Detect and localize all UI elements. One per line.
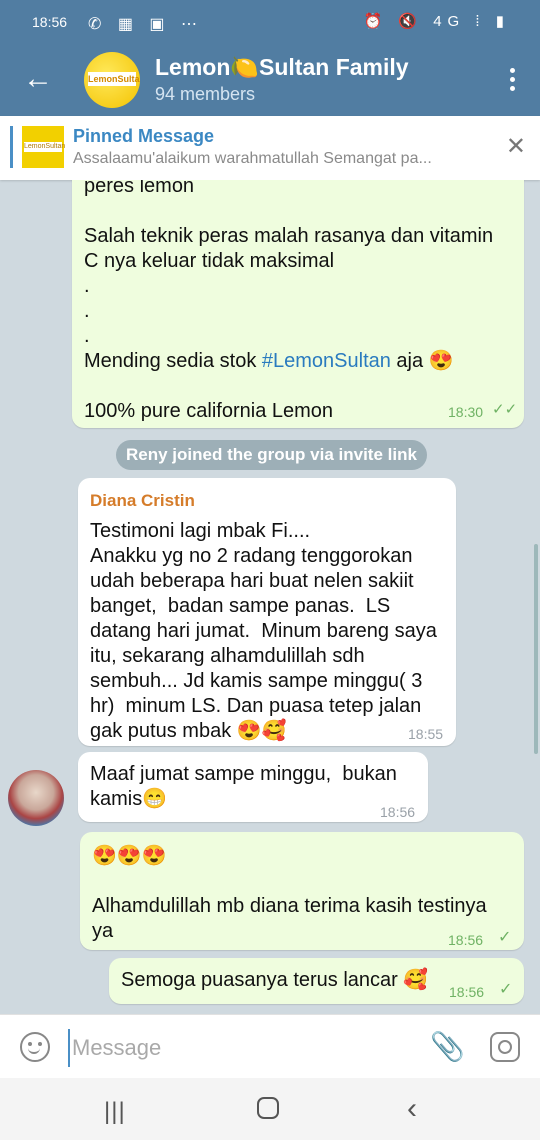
nav-back-icon[interactable]: ‹ [407, 1092, 417, 1126]
system-status-icons: ⏰ 🔇 4G ⁞ ▮ [363, 13, 510, 30]
message-bubble-incoming[interactable]: Diana Cristin Testimoni lagi mbak Fi....… [78, 478, 456, 746]
message-text: Maaf jumat sampe minggu, bukan kamis😁 [90, 763, 403, 810]
nav-home-icon[interactable] [257, 1097, 279, 1119]
group-avatar[interactable]: LemonSultan [84, 52, 140, 108]
notification-icons: ✆ ▦ ▣ ⋯ [88, 16, 203, 33]
sender-name[interactable]: Diana Cristin [90, 488, 444, 513]
message-time: 18:55 [408, 726, 444, 742]
sent-check-icon: ✓ [498, 929, 512, 946]
more-vert-icon[interactable] [502, 64, 522, 98]
message-bubble-outgoing[interactable]: 😍😍😍 Alhamdulillah mb diana terima kasih … [80, 832, 524, 950]
camera-icon[interactable] [490, 1032, 520, 1062]
message-list[interactable]: peres lemon Salah teknik peras malah ras… [0, 180, 540, 1014]
nav-recents-icon[interactable]: ||| [104, 1098, 126, 1126]
message-input[interactable] [68, 1029, 414, 1067]
message-composer: 📎 [0, 1014, 540, 1079]
message-time: 18:56 [448, 932, 484, 948]
pinned-indicator [10, 126, 13, 168]
emoji-icon[interactable] [20, 1032, 50, 1062]
avatar[interactable] [8, 770, 64, 826]
message-bubble-outgoing[interactable]: Semoga puasanya terus lancar 🥰 18:56 ✓ [109, 958, 524, 1004]
message-bubble-outgoing[interactable]: peres lemon Salah teknik peras malah ras… [72, 180, 524, 428]
read-checks-icon: ✓✓ [492, 401, 518, 418]
chat-title[interactable]: Lemon🍋Sultan Family [155, 54, 409, 81]
group-avatar-logo: LemonSultan [88, 72, 140, 86]
pinned-text: Assalaamu'alaikum warahmatullah Semangat… [73, 150, 432, 167]
pinned-title: Pinned Message [73, 126, 215, 146]
close-icon[interactable]: ✕ [506, 134, 526, 160]
message-time: 18:56 [449, 984, 485, 1000]
pinned-thumbnail-text: LemonSultan [24, 142, 66, 152]
message-time: 18:56 [380, 804, 416, 820]
pinned-thumbnail: LemonSultan [22, 126, 66, 168]
chat-header: ← LemonSultan Lemon🍋Sultan Family 94 mem… [0, 46, 540, 116]
status-time: 18:56 [32, 14, 68, 30]
status-bar: 18:56 ✆ ▦ ▣ ⋯ ⏰ 🔇 4G ⁞ ▮ [0, 0, 540, 46]
member-count: 94 members [155, 84, 256, 104]
hashtag-link[interactable]: #LemonSultan [262, 350, 391, 372]
sent-check-icon: ✓ [499, 981, 513, 998]
message-time: 18:30 [448, 404, 484, 420]
pinned-message-bar[interactable]: LemonSultan Pinned Message Assalaamu'ala… [0, 116, 540, 180]
attach-icon[interactable]: 📎 [430, 1029, 465, 1065]
message-bubble-incoming[interactable]: Maaf jumat sampe minggu, bukan kamis😁 18… [78, 752, 428, 822]
message-text: Testimoni lagi mbak Fi.... Anakku yg no … [90, 520, 437, 742]
system-nav-bar: ||| ‹ [0, 1078, 540, 1140]
scrollbar[interactable] [534, 544, 538, 754]
message-text: peres lemon Salah teknik peras malah ras… [84, 180, 494, 422]
back-arrow-icon[interactable]: ← [20, 62, 56, 98]
service-message: Reny joined the group via invite link [116, 440, 427, 470]
